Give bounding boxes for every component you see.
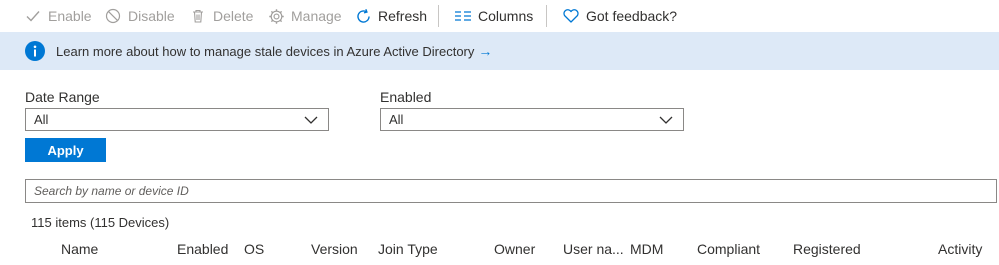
chevron-down-icon — [659, 113, 673, 127]
feedback-label: Got feedback? — [586, 8, 678, 24]
apply-button[interactable]: Apply — [25, 138, 106, 162]
date-range-value: All — [34, 112, 49, 127]
banner-text: Learn more about how to manage stale dev… — [56, 44, 475, 59]
column-header-registered[interactable]: Registered — [793, 241, 861, 257]
column-header-user-na[interactable]: User na... — [563, 241, 624, 257]
date-range-dropdown[interactable]: All — [25, 108, 329, 131]
toolbar-divider — [438, 5, 439, 27]
refresh-button[interactable]: Refresh — [354, 0, 427, 32]
disable-button[interactable]: Disable — [104, 0, 175, 32]
disable-label: Disable — [128, 8, 175, 24]
refresh-label: Refresh — [378, 8, 428, 24]
block-icon — [104, 7, 122, 25]
columns-label: Columns — [478, 8, 534, 24]
chevron-down-icon — [304, 113, 318, 127]
enabled-value: All — [389, 112, 404, 127]
trash-icon — [189, 7, 207, 25]
info-banner: Learn more about how to manage stale dev… — [0, 32, 999, 70]
enabled-dropdown[interactable]: All — [380, 108, 684, 131]
search-input[interactable]: Search by name or device ID — [25, 179, 997, 203]
enable-label: Enable — [48, 8, 92, 24]
arrow-right-icon: → — [478, 43, 493, 59]
items-count: 115 items (115 Devices) — [31, 215, 170, 230]
search-placeholder: Search by name or device ID — [34, 184, 189, 198]
toolbar-divider — [546, 5, 547, 27]
column-header-activity[interactable]: Activity — [938, 241, 982, 257]
column-header-owner[interactable]: Owner — [494, 241, 535, 257]
manage-label: Manage — [291, 8, 342, 24]
column-header-name[interactable]: Name — [61, 241, 98, 257]
stale-devices-link[interactable]: Learn more about how to manage stale dev… — [56, 43, 492, 59]
column-header-join-type[interactable]: Join Type — [378, 241, 438, 257]
column-header-enabled[interactable]: Enabled — [177, 241, 228, 257]
info-icon — [25, 41, 45, 61]
gear-icon — [267, 7, 285, 25]
feedback-button[interactable]: Got feedback? — [562, 0, 677, 32]
column-header-compliant[interactable]: Compliant — [697, 241, 760, 257]
column-header-mdm[interactable]: MDM — [630, 241, 663, 257]
manage-button[interactable]: Manage — [267, 0, 342, 32]
columns-button[interactable]: Columns — [454, 0, 533, 32]
heart-icon — [562, 7, 580, 25]
delete-button[interactable]: Delete — [189, 0, 253, 32]
command-bar: Enable Disable Delete Manage Refresh Col… — [0, 0, 999, 32]
checkmark-icon — [24, 7, 42, 25]
delete-label: Delete — [213, 8, 254, 24]
column-header-version[interactable]: Version — [311, 241, 358, 257]
date-range-label: Date Range — [25, 89, 100, 105]
refresh-icon — [354, 7, 372, 25]
column-header-os[interactable]: OS — [244, 241, 264, 257]
enabled-label: Enabled — [380, 89, 432, 105]
enable-button[interactable]: Enable — [24, 0, 92, 32]
columns-icon — [454, 7, 472, 25]
